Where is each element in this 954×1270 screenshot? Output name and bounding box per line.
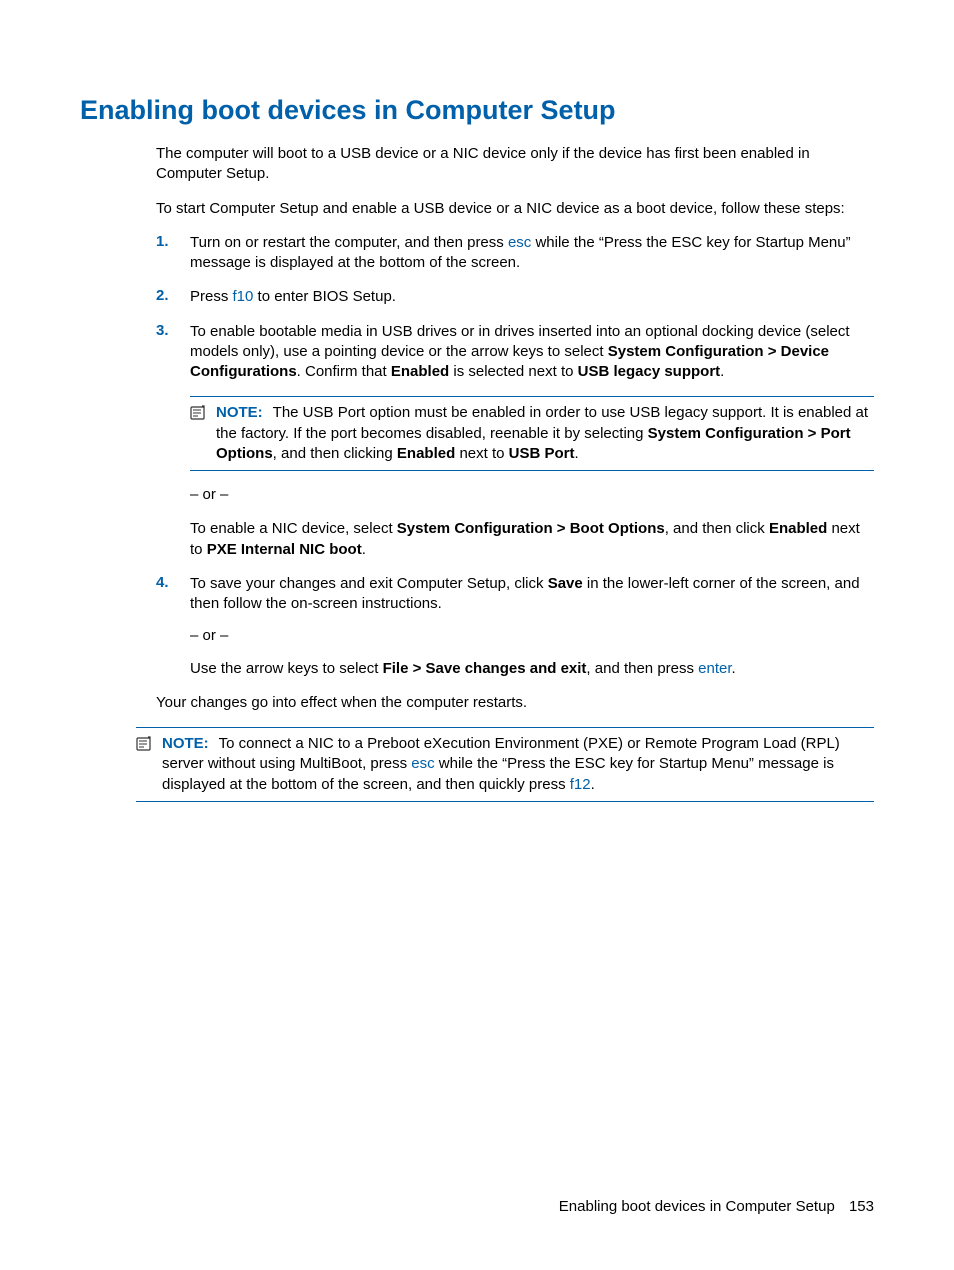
text: . <box>732 660 736 677</box>
step-number: 4. <box>156 574 190 591</box>
text: , and then clicking <box>273 445 397 462</box>
text: . Confirm that <box>297 363 391 380</box>
note-box: NOTE:To connect a NIC to a Preboot eXecu… <box>136 727 874 802</box>
text: . <box>362 541 366 558</box>
page-footer: Enabling boot devices in Computer Setup … <box>559 1198 874 1215</box>
step-1: 1. Turn on or restart the computer, and … <box>156 233 874 274</box>
outro-section: Your changes go into effect when the com… <box>156 693 874 713</box>
step-content: Press f10 to enter BIOS Setup. <box>190 287 874 307</box>
nic-paragraph: To enable a NIC device, select System Co… <box>190 519 874 560</box>
steps-list: 1. Turn on or restart the computer, and … <box>156 233 874 679</box>
step-4: 4. To save your changes and exit Compute… <box>156 574 874 679</box>
text: . <box>575 445 579 462</box>
note-text: NOTE:The USB Port option must be enabled… <box>216 403 874 464</box>
bold-text: Enabled <box>769 520 827 537</box>
or-separator: – or – <box>190 485 874 505</box>
bold-text: System Configuration > Boot Options <box>397 520 665 537</box>
text: Press <box>190 288 233 305</box>
bold-text: USB legacy support <box>578 363 721 380</box>
bold-text: PXE Internal NIC boot <box>207 541 362 558</box>
or-separator: – or – <box>190 626 874 646</box>
text: Use the arrow keys to select <box>190 660 383 677</box>
text: To save your changes and exit Computer S… <box>190 575 548 592</box>
step-number: 2. <box>156 287 190 304</box>
text: is selected next to <box>449 363 577 380</box>
intro-section: The computer will boot to a USB device o… <box>156 144 874 219</box>
step-content: To save your changes and exit Computer S… <box>190 574 874 679</box>
note-icon <box>136 736 152 752</box>
intro-paragraph-2: To start Computer Setup and enable a USB… <box>156 199 874 219</box>
text: . <box>720 363 724 380</box>
note-icon <box>190 405 206 421</box>
text: Turn on or restart the computer, and the… <box>190 234 508 251</box>
note-label: NOTE: <box>162 735 209 752</box>
step-content: To enable bootable media in USB drives o… <box>190 322 874 383</box>
page-heading: Enabling boot devices in Computer Setup <box>80 95 874 126</box>
document-page: Enabling boot devices in Computer Setup … <box>0 0 954 856</box>
text: To enable a NIC device, select <box>190 520 397 537</box>
text: . <box>591 776 595 793</box>
intro-paragraph-1: The computer will boot to a USB device o… <box>156 144 874 185</box>
note-label: NOTE: <box>216 404 263 421</box>
key-f12: f12 <box>570 776 591 793</box>
text: to enter BIOS Setup. <box>253 288 396 305</box>
text: , and then press <box>586 660 698 677</box>
bold-text: USB Port <box>509 445 575 462</box>
footer-title: Enabling boot devices in Computer Setup <box>559 1198 835 1215</box>
note-box: NOTE:The USB Port option must be enabled… <box>190 396 874 471</box>
key-enter: enter <box>698 660 731 677</box>
note-text: NOTE:To connect a NIC to a Preboot eXecu… <box>162 734 874 795</box>
bold-text: Save <box>548 575 583 592</box>
step-number: 3. <box>156 322 190 339</box>
step-3-continuation: – or – To enable a NIC device, select Sy… <box>190 485 874 560</box>
text: , and then click <box>665 520 769 537</box>
text: next to <box>455 445 508 462</box>
step-content: Turn on or restart the computer, and the… <box>190 233 874 274</box>
key-f10: f10 <box>233 288 254 305</box>
bold-text: Enabled <box>397 445 455 462</box>
step-2: 2. Press f10 to enter BIOS Setup. <box>156 287 874 307</box>
bold-text: File > Save changes and exit <box>383 660 587 677</box>
page-number: 153 <box>849 1198 874 1215</box>
step-3: 3. To enable bootable media in USB drive… <box>156 322 874 383</box>
key-esc: esc <box>508 234 531 251</box>
bold-text: Enabled <box>391 363 449 380</box>
outro-paragraph: Your changes go into effect when the com… <box>156 693 874 713</box>
step-number: 1. <box>156 233 190 250</box>
key-esc: esc <box>411 755 434 772</box>
